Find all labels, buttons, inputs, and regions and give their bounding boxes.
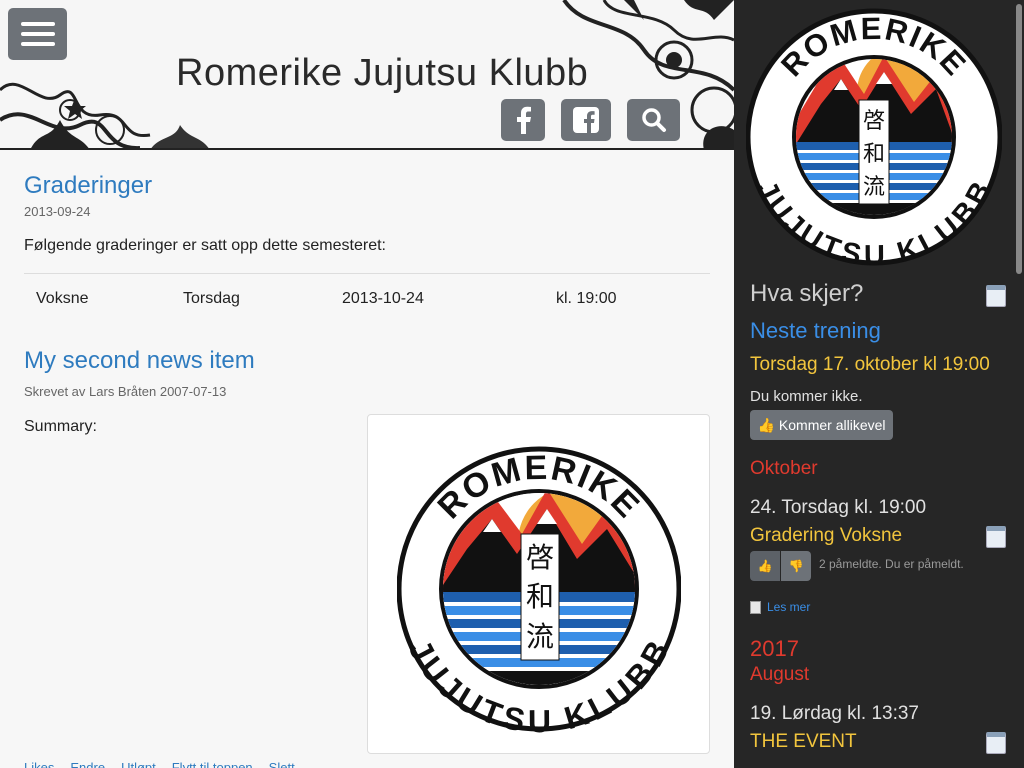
facebook-group-button[interactable] xyxy=(561,99,611,141)
attend-anyway-button[interactable]: 👍 Kommer allikevel xyxy=(750,410,893,440)
next-training-label: Neste trening xyxy=(750,318,881,343)
next-training-date: Torsdag 17. oktober kl 19:00 xyxy=(750,354,990,375)
thumbs-down-button[interactable]: 👎 xyxy=(781,551,811,581)
logo-kanji: 啓 xyxy=(525,541,553,574)
menu-bar-icon xyxy=(20,32,55,36)
grading-table: Voksne Torsdag 2013-10-24 kl. 19:00 xyxy=(24,273,710,322)
event-day: 19. Lørdag kl. 13:37 xyxy=(750,703,919,724)
logo-kanji: 和 xyxy=(863,142,885,167)
club-logo: 啓 和 流 ROMERIKE JUJUTSU KLUBB xyxy=(396,446,681,739)
menu-bar-icon xyxy=(20,42,55,46)
attendance-note: Du kommer ikke. xyxy=(750,388,863,405)
calendar-icon[interactable] xyxy=(986,732,1006,754)
site-header: Romerike Jujutsu Klubb xyxy=(0,0,734,150)
news-actions: Likes Endre Utløpt Flytt til toppen Slet… xyxy=(24,760,295,768)
sidebar: 啓 和 流 ROMERIKE JUJUTSU KLUBB Hva skjer? … xyxy=(734,0,1024,768)
calendar-month: Oktober xyxy=(750,458,818,479)
news-title[interactable]: My second news item xyxy=(24,347,255,375)
event-title[interactable]: THE EVENT xyxy=(750,731,857,753)
sidebar-club-logo[interactable]: 啓 和 流 ROMERIKE JUJUTSU KLUBB xyxy=(746,4,1002,270)
logo-kanji: 流 xyxy=(525,620,553,653)
logo-kanji: 和 xyxy=(525,580,553,613)
event-day: 24. Torsdag kl. 19:00 xyxy=(750,497,927,518)
vote-button-group: 👍 👎 xyxy=(750,551,811,581)
sidebar-heading: Hva skjer? xyxy=(750,280,864,307)
news-image: 啓 和 流 ROMERIKE JUJUTSU KLUBB xyxy=(367,414,710,754)
grading-group: Voksne xyxy=(36,290,89,307)
main-content: Graderinger 2013-09-24 Følgende graderin… xyxy=(0,152,734,768)
move-to-top-link[interactable]: Flytt til toppen xyxy=(172,760,253,768)
news-body: Følgende graderinger er satt opp dette s… xyxy=(24,237,386,254)
menu-bar-icon xyxy=(20,22,55,26)
site-title[interactable]: Romerike Jujutsu Klubb xyxy=(176,52,588,95)
calendar-month: August xyxy=(750,664,810,685)
delete-link[interactable]: Slett xyxy=(269,760,295,768)
logo-kanji: 啓 xyxy=(863,109,885,134)
grading-time: kl. 19:00 xyxy=(556,290,617,307)
news-meta: Skrevet av Lars Bråten 2007-07-13 xyxy=(24,384,227,399)
news-date: 2013-09-24 xyxy=(24,204,91,219)
edit-link[interactable]: Endre xyxy=(70,760,105,768)
thumbs-up-button[interactable]: 👍 xyxy=(750,551,780,581)
search-icon xyxy=(641,108,666,132)
calendar-icon[interactable] xyxy=(986,285,1006,307)
news-title[interactable]: Graderinger xyxy=(24,172,152,200)
event-title[interactable]: Gradering Voksne xyxy=(750,525,902,547)
facebook-button[interactable] xyxy=(501,99,545,141)
read-more-label: Les mer xyxy=(767,600,811,614)
grading-day: Torsdag xyxy=(183,290,240,307)
sidebar-scrollbar[interactable] xyxy=(1016,4,1022,274)
logo-kanji: 流 xyxy=(863,175,885,200)
read-more-link[interactable]: Les mer xyxy=(750,600,810,614)
document-icon xyxy=(750,600,761,614)
calendar-year: 2017 xyxy=(750,636,799,661)
hamburger-menu-button[interactable] xyxy=(8,8,67,60)
facebook-icon xyxy=(517,106,531,134)
table-row: Voksne Torsdag 2013-10-24 kl. 19:00 xyxy=(24,274,710,322)
grading-date: 2013-10-24 xyxy=(342,290,424,307)
search-button[interactable] xyxy=(627,99,680,141)
likes-link[interactable]: Likes xyxy=(24,760,54,768)
attend-button-label: Kommer allikevel xyxy=(778,417,886,433)
signup-status: 2 påmeldte. Du er påmeldt. xyxy=(819,557,964,571)
news-summary: Summary: xyxy=(24,418,97,435)
thumbs-up-icon: 👍 xyxy=(757,416,775,433)
calendar-icon[interactable] xyxy=(986,526,1006,548)
expired-link[interactable]: Utløpt xyxy=(121,760,156,768)
facebook-square-icon xyxy=(573,107,599,133)
